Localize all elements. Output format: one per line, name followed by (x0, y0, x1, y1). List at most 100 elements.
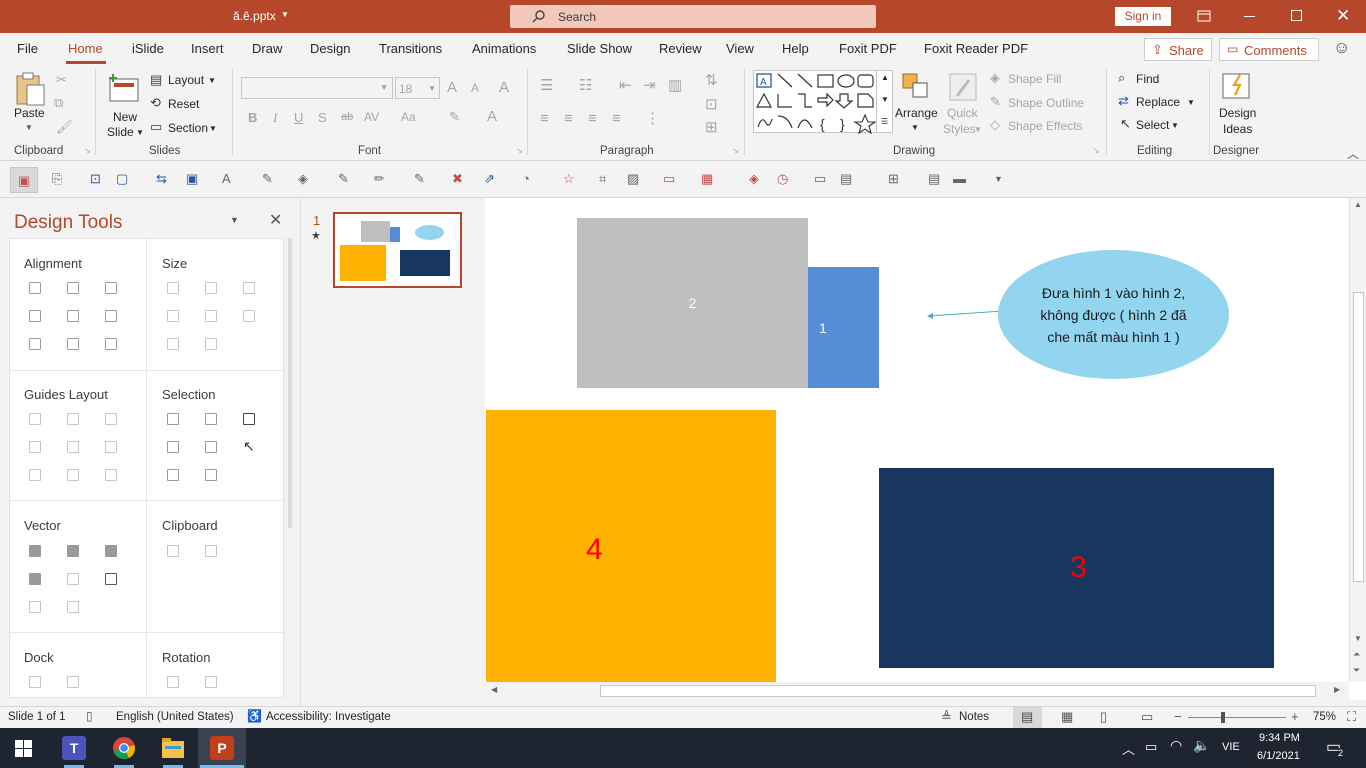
clock-time[interactable]: 9:34 PM (1259, 732, 1300, 744)
accessibility-icon[interactable]: ♿ (247, 709, 262, 723)
fill-color-icon[interactable]: ◈ (298, 171, 308, 187)
clear-style-icon[interactable]: ✖ (452, 171, 463, 187)
subtract-icon[interactable] (67, 573, 79, 585)
close-icon[interactable]: ✕ (1336, 6, 1350, 26)
clock-date[interactable]: 6/1/2021 (1257, 750, 1300, 762)
numbering-icon[interactable]: ☷ (579, 78, 592, 93)
align-right-tool-icon[interactable] (105, 282, 117, 294)
arrange-dropdown-icon[interactable]: ▼ (911, 123, 919, 132)
cut-icon[interactable]: ✂ (56, 73, 67, 86)
copy-tool-icon[interactable] (167, 545, 179, 557)
ribbon-display-icon[interactable] (1197, 10, 1211, 22)
pages-icon[interactable]: ▤ (928, 171, 940, 187)
vertical-scrollbar[interactable]: ▲ ▼ ⏶ ⏷ (1349, 198, 1366, 682)
pane-options-icon[interactable]: ▼ (230, 215, 239, 225)
minimize-icon[interactable] (1244, 16, 1255, 17)
replace-dropdown-icon[interactable]: ▼ (1187, 98, 1195, 107)
shadow-icon[interactable]: S (318, 111, 327, 124)
horizontal-scroll-thumb[interactable] (600, 685, 1316, 697)
horizontal-scrollbar[interactable]: ◀ ▶ (485, 682, 1349, 700)
quick-styles-icon[interactable] (947, 71, 979, 103)
intersect-icon[interactable] (29, 573, 41, 585)
tab-review[interactable]: Review (659, 41, 702, 56)
fit-slide-icon[interactable]: ⛶ (1347, 709, 1356, 725)
layout-button[interactable]: Layout (168, 73, 204, 87)
extend-bottom-icon[interactable] (205, 338, 217, 350)
quick-styles-label[interactable]: Quick (947, 106, 978, 120)
timer-icon[interactable]: ◷ (777, 171, 788, 187)
battery-icon[interactable]: ▭ (1145, 739, 1157, 755)
zoom-in-icon[interactable]: + (1291, 709, 1299, 724)
next-slide-icon[interactable]: ⏷ (1353, 665, 1360, 676)
extend-left-icon[interactable] (167, 310, 179, 322)
title-dropdown-icon[interactable]: ▼ (281, 10, 289, 19)
zoom-slider[interactable] (1188, 717, 1286, 718)
section-icon[interactable]: ▭ (150, 120, 162, 133)
character-spacing-icon[interactable]: AV (364, 111, 379, 123)
layers-icon[interactable]: ◈ (749, 171, 759, 187)
gallery-up-icon[interactable]: ▲ (881, 73, 889, 82)
replace-icon[interactable]: ⇄ (1118, 94, 1129, 107)
scroll-left-icon[interactable]: ◀ (491, 685, 497, 694)
toolbar-toggle-button[interactable]: ▣ (10, 167, 38, 193)
powerpoint-taskbar-button[interactable]: P (198, 728, 246, 768)
select-all-icon[interactable] (243, 413, 255, 425)
same-height-icon[interactable] (205, 282, 217, 294)
rotate-right-icon[interactable] (205, 676, 217, 688)
text-to-shape-icon[interactable] (29, 601, 41, 613)
paste-tool-icon[interactable] (205, 545, 217, 557)
share-button[interactable]: ⇪ Share (1144, 38, 1212, 61)
guide-width-icon[interactable] (29, 469, 41, 481)
align-top-tool-icon[interactable] (29, 310, 41, 322)
slide-thumbnail-1[interactable] (333, 212, 462, 288)
crop-icon[interactable]: ⌗ (599, 171, 606, 187)
shape-icon[interactable]: ▢ (116, 171, 128, 187)
shape-effects-button[interactable]: Shape Effects (1008, 119, 1083, 133)
language-status[interactable]: English (United States) (116, 711, 234, 723)
align-text-icon[interactable]: ⊡ (705, 97, 718, 112)
arrange-icon[interactable] (900, 71, 932, 103)
clear-formatting-icon[interactable]: A (499, 80, 509, 95)
quick-styles-dropdown-icon[interactable]: ▼ (974, 125, 982, 134)
italic-icon[interactable]: I (273, 111, 277, 124)
eyedropper-fill-icon[interactable]: ✎ (338, 171, 349, 187)
find-icon[interactable]: ⌕ (1118, 71, 1125, 84)
document-title[interactable]: ă.ê.pptx (233, 9, 276, 23)
search-box[interactable]: Search (510, 5, 876, 28)
new-slide-label-2[interactable]: Slide (107, 125, 134, 139)
slide-canvas[interactable]: 2 1 Đưa hình 1 vào hình 2, không được ( … (485, 198, 1349, 682)
font-color-icon[interactable]: A (487, 109, 497, 124)
new-slide-dropdown-icon[interactable]: ▼ (136, 128, 144, 137)
extend-right-icon[interactable] (205, 310, 217, 322)
paste-dropdown-icon[interactable]: ▼ (25, 123, 33, 132)
guide-right-icon[interactable] (105, 413, 117, 425)
quick-styles-label-2[interactable]: Styles (943, 122, 976, 136)
bold-icon[interactable]: B (248, 111, 257, 124)
rotate-left-icon[interactable] (167, 676, 179, 688)
paragraph-launcher-icon[interactable]: ↘ (732, 147, 739, 155)
smartart-icon[interactable]: ⊞ (705, 120, 718, 135)
font-size-box[interactable]: 18 ▼ (395, 77, 440, 99)
combine-icon[interactable] (67, 545, 79, 557)
select-similar-icon[interactable] (205, 413, 217, 425)
eyedropper-icon[interactable]: ✎ (262, 171, 273, 187)
tab-foxit-pdf[interactable]: Foxit PDF (839, 41, 897, 56)
design-ideas-icon[interactable] (1220, 71, 1252, 103)
tab-animations[interactable]: Animations (472, 41, 536, 56)
chrome-icon[interactable] (112, 736, 136, 760)
line-spacing-icon[interactable]: ⋮ (645, 111, 660, 126)
star-tool-icon[interactable]: ☆ (563, 171, 575, 187)
grow-font-icon[interactable]: A (447, 80, 457, 95)
select-invert-icon[interactable] (205, 469, 217, 481)
shape-fill-button[interactable]: Shape Fill (1008, 72, 1061, 86)
tab-file[interactable]: File (17, 41, 38, 56)
section-button[interactable]: Section (168, 121, 208, 135)
copy-icon[interactable]: ⧉ (54, 96, 63, 109)
format-painter-icon[interactable]: 🖌 (56, 120, 73, 133)
guide-center-icon[interactable] (67, 413, 79, 425)
gallery-down-icon[interactable]: ▼ (881, 95, 889, 104)
scroll-down-icon[interactable]: ▼ (1354, 634, 1362, 643)
guide-middle-icon[interactable] (67, 441, 79, 453)
sign-in-button[interactable]: Sign in (1115, 7, 1171, 26)
accessibility-status[interactable]: Accessibility: Investigate (266, 711, 391, 723)
